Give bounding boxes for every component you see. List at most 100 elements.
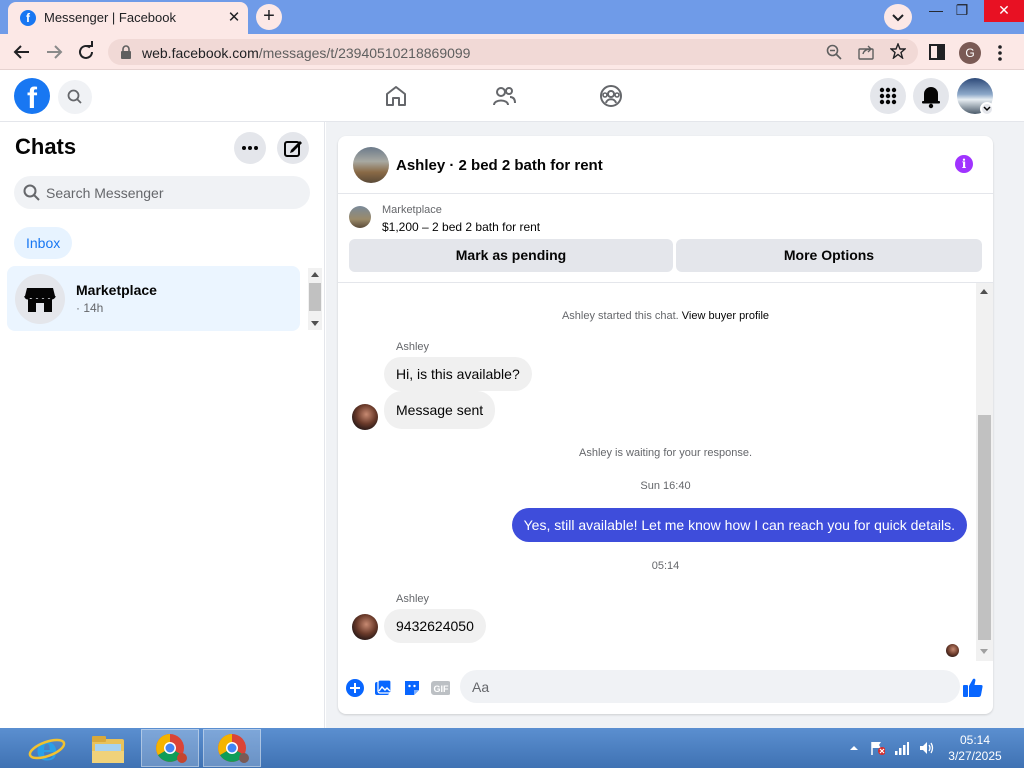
groups-icon [600, 85, 622, 107]
reload-button[interactable] [74, 40, 98, 64]
sidebar-scroll-thumb[interactable] [309, 283, 321, 311]
chats-sidebar: Chats Inbox Marketplace · 14h [0, 122, 325, 728]
chat-title[interactable]: Ashley · 2 bed 2 bath for rent [396, 157, 603, 174]
chat-header: Ashley · 2 bed 2 bath for rent i [338, 136, 993, 194]
tab-search-button[interactable] [884, 4, 912, 30]
listing-price-title[interactable]: $1,200 – 2 bed 2 bath for rent [382, 220, 540, 234]
scroll-down-icon[interactable] [311, 321, 319, 327]
inbox-filter-chip[interactable]: Inbox [14, 227, 73, 259]
chats-heading: Chats [15, 134, 77, 159]
volume-icon[interactable] [918, 740, 934, 756]
account-menu-chevron[interactable] [980, 102, 994, 116]
sidebar-scrollbar[interactable] [308, 268, 322, 330]
share-icon[interactable] [858, 44, 874, 60]
chat-started-text: Ashley started this chat. [561, 310, 679, 322]
notifications-button[interactable] [913, 78, 949, 114]
svg-text:GIF: GIF [434, 684, 450, 694]
nav-groups[interactable] [597, 82, 625, 110]
taskbar-ie[interactable]: e [18, 729, 76, 767]
folder-icon [92, 736, 124, 763]
message-bubble[interactable]: 9432624050 [384, 609, 486, 643]
read-receipt-avatar [946, 644, 959, 657]
taskbar-chrome-1[interactable] [141, 729, 199, 767]
browser-tab-bar: f Messenger | Facebook ✕ + — ❐ ✕ [0, 0, 1024, 34]
listing-thumbnail[interactable] [349, 206, 371, 228]
messenger-search[interactable] [14, 176, 310, 209]
scroll-down-icon[interactable] [980, 649, 988, 655]
friends-icon [493, 87, 516, 106]
message-bubble[interactable]: Hi, is this available? [384, 357, 532, 391]
internet-explorer-icon: e [28, 729, 66, 767]
thumbs-up-icon[interactable] [962, 676, 984, 698]
network-icon[interactable] [893, 740, 909, 756]
message-input[interactable] [472, 670, 912, 703]
lock-icon [121, 45, 131, 59]
restore-button[interactable]: ❐ [942, 0, 982, 22]
waiting-notice: Ashley is waiting for your response. [578, 447, 753, 459]
view-buyer-profile-link[interactable]: View buyer profile [682, 310, 769, 322]
facebook-logo[interactable]: f [14, 78, 50, 114]
zoom-icon[interactable] [826, 44, 842, 60]
message-input-box[interactable] [460, 670, 960, 703]
messenger-search-input[interactable] [46, 176, 296, 209]
sender-avatar[interactable] [352, 614, 378, 640]
action-center-flag-icon[interactable] [869, 740, 885, 756]
conversation-name: Marketplace [76, 282, 157, 298]
new-tab-button[interactable]: + [256, 4, 282, 30]
gif-icon[interactable]: GIF [430, 678, 450, 698]
mark-as-pending-button[interactable]: Mark as pending [349, 239, 673, 272]
chevron-down-icon [892, 14, 904, 22]
search-icon [23, 184, 40, 201]
chats-options-button[interactable] [234, 132, 266, 164]
listing-avatar[interactable] [353, 147, 389, 183]
browser-tab[interactable]: f Messenger | Facebook ✕ [8, 2, 248, 34]
grid-menu-icon [879, 87, 897, 105]
chat-started-notice: Ashley started this chat. View buyer pro… [338, 310, 993, 322]
outgoing-message-bubble[interactable]: Yes, still available! Let me know how I … [511, 508, 967, 542]
taskbar-chrome-2[interactable] [203, 729, 261, 767]
chrome-icon [218, 734, 249, 763]
message-composer: GIF [338, 668, 993, 708]
window-close-button[interactable]: ✕ [984, 0, 1024, 22]
tab-close-icon[interactable]: ✕ [224, 8, 244, 28]
kebab-menu-icon[interactable] [996, 44, 1004, 62]
back-button[interactable] [10, 40, 34, 64]
info-icon[interactable]: i [955, 155, 973, 173]
facebook-top-nav: f [0, 70, 1024, 122]
conversation-item[interactable]: Marketplace · 14h [7, 266, 300, 331]
profile-avatar[interactable]: G [959, 42, 981, 64]
show-hidden-icons-icon[interactable] [846, 740, 862, 756]
photo-icon[interactable] [373, 678, 393, 698]
url-text: web.facebook.com/messages/t/239405102188… [142, 45, 470, 61]
sender-name: Ashley [396, 341, 430, 353]
taskbar-explorer[interactable] [79, 729, 137, 767]
nav-home[interactable] [382, 82, 410, 110]
new-message-button[interactable] [277, 132, 309, 164]
windows-taskbar: e 05:14 3/27/2025 [0, 728, 1024, 768]
facebook-search-button[interactable] [58, 80, 92, 114]
chat-scroll-thumb[interactable] [978, 415, 991, 640]
arrow-right-icon [47, 45, 63, 59]
chat-scrollbar[interactable] [976, 283, 993, 661]
system-clock[interactable]: 05:14 3/27/2025 [940, 732, 1010, 764]
reload-icon [79, 41, 93, 59]
sender-avatar[interactable] [352, 404, 378, 430]
address-bar[interactable]: web.facebook.com/messages/t/239405102188… [108, 39, 918, 65]
plus-circle-icon[interactable] [345, 678, 365, 698]
side-panel-icon[interactable] [929, 44, 945, 60]
message-bubble[interactable]: Message sent [384, 391, 496, 429]
home-icon [386, 86, 406, 106]
scroll-up-icon[interactable] [980, 288, 988, 294]
scroll-up-icon[interactable] [311, 271, 319, 277]
forward-button[interactable] [42, 40, 66, 64]
chrome-icon [156, 734, 187, 763]
conversation-time: · 14h [76, 301, 104, 315]
sticker-icon[interactable] [402, 678, 422, 698]
compose-icon [284, 141, 302, 157]
bookmark-star-icon[interactable] [890, 43, 906, 59]
nav-friends[interactable] [490, 82, 518, 110]
store-icon [24, 288, 56, 312]
url-path: /messages/t/23940510218869099 [258, 45, 471, 61]
more-options-button[interactable]: More Options [676, 239, 982, 272]
menu-button[interactable] [870, 78, 906, 114]
